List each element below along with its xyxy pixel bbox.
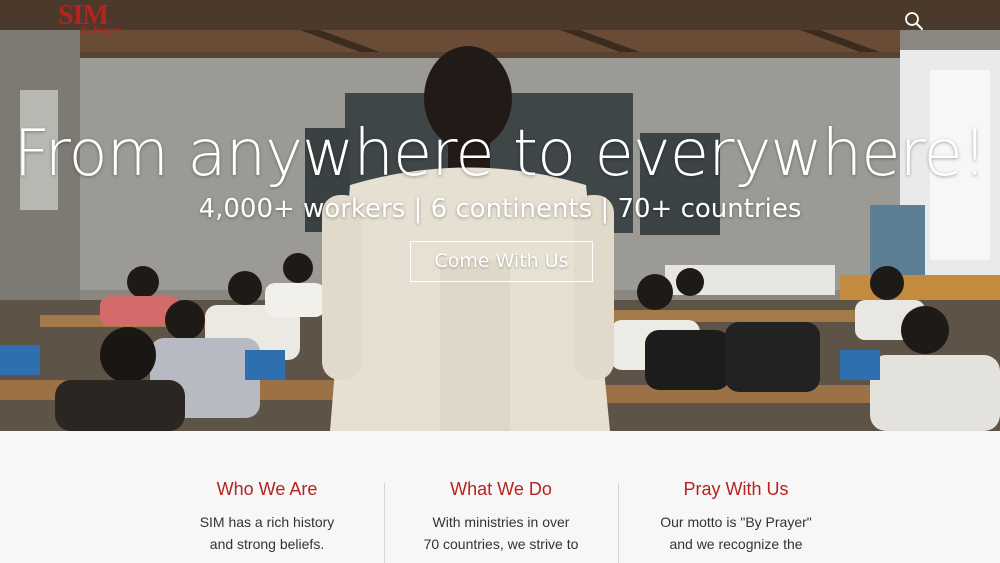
card-title-who-we-are[interactable]: Who We Are (152, 478, 382, 500)
hero-banner: SIM By Prayer From anywhere to everywher… (0, 0, 1000, 431)
card-divider (618, 483, 619, 563)
card-line: 70 countries, we strive to (423, 536, 579, 552)
card-text-who-we-are: SIM has a rich history and strong belief… (152, 511, 382, 555)
card-line: With ministries in over (432, 514, 570, 530)
search-button[interactable] (903, 10, 925, 32)
site-logo[interactable]: SIM By Prayer (58, 2, 138, 42)
card-what-we-do: What We Do With ministries in over 70 co… (386, 431, 616, 555)
card-line: Our motto is "By Prayer" (660, 514, 812, 530)
card-text-pray-with-us: Our motto is "By Prayer" and we recogniz… (621, 511, 851, 555)
feature-cards: Who We Are SIM has a rich history and st… (0, 431, 1000, 563)
logo-tagline: By Prayer (80, 25, 121, 36)
card-text-what-we-do: With ministries in over 70 countries, we… (386, 511, 616, 555)
hero-subtitle: 4,000+ workers | 6 continents | 70+ coun… (198, 194, 802, 224)
card-line: and strong beliefs. (209, 536, 325, 552)
card-who-we-are: Who We Are SIM has a rich history and st… (152, 431, 382, 555)
hero-title: From anywhere to everywhere! (13, 117, 987, 191)
card-pray-with-us: Pray With Us Our motto is "By Prayer" an… (621, 431, 851, 555)
search-icon (905, 12, 923, 30)
card-line: and we recognize the (669, 536, 803, 552)
come-with-us-button[interactable]: Come With Us (410, 241, 593, 282)
card-line: SIM has a rich history (199, 514, 335, 530)
card-title-what-we-do[interactable]: What We Do (386, 478, 616, 500)
card-title-pray-with-us[interactable]: Pray With Us (621, 478, 851, 500)
card-divider (384, 483, 385, 563)
